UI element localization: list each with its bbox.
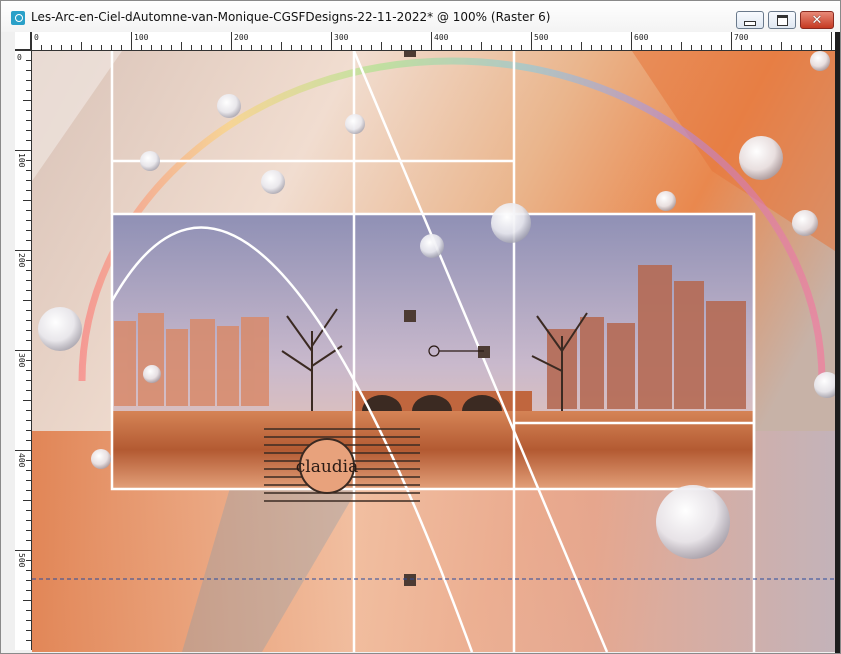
ruler-label-v200: 200	[17, 253, 26, 268]
ruler-corner	[15, 32, 31, 50]
ruler-label-500: 500	[534, 33, 549, 42]
paintshop-app-icon[interactable]	[11, 11, 25, 25]
ruler-label-200: 200	[234, 33, 249, 42]
close-button[interactable]: ✕	[800, 11, 834, 29]
window-left-border	[1, 32, 15, 652]
image-canvas[interactable]: claudia	[32, 51, 835, 652]
close-icon: ✕	[811, 12, 823, 28]
watermark-text: claudia	[296, 457, 359, 477]
ruler-vertical[interactable]: 0 100 200 300 400 500	[15, 50, 32, 650]
window-title: Les-Arc-en-Ciel-dAutomne-van-Monique-CGS…	[31, 10, 551, 24]
ruler-horizontal-ticks	[31, 32, 832, 50]
ruler-label-400: 400	[434, 33, 449, 42]
document-window: Les-Arc-en-Ciel-dAutomne-van-Monique-CGS…	[0, 0, 841, 654]
ruler-label-v400: 400	[17, 453, 26, 468]
window-right-border	[835, 32, 840, 653]
ruler-horizontal[interactable]: 0 100 200 300 400 500 600 700	[31, 32, 835, 51]
ruler-label-300: 300	[334, 33, 349, 42]
ruler-label-v500: 500	[17, 553, 26, 568]
ruler-label-v100: 100	[17, 153, 26, 168]
minimize-button[interactable]	[736, 11, 764, 29]
ruler-label-v300: 300	[17, 353, 26, 368]
title-bar[interactable]: Les-Arc-en-Ciel-dAutomne-van-Monique-CGS…	[1, 1, 840, 32]
maximize-button[interactable]	[768, 11, 796, 29]
ruler-label-600: 600	[634, 33, 649, 42]
ruler-label-0: 0	[34, 33, 39, 42]
maximize-icon	[776, 14, 788, 26]
artwork: claudia	[32, 51, 835, 652]
minimize-icon	[744, 20, 756, 26]
ruler-label-700: 700	[734, 33, 749, 42]
ruler-label-v0: 0	[17, 53, 22, 62]
ruler-label-100: 100	[134, 33, 149, 42]
